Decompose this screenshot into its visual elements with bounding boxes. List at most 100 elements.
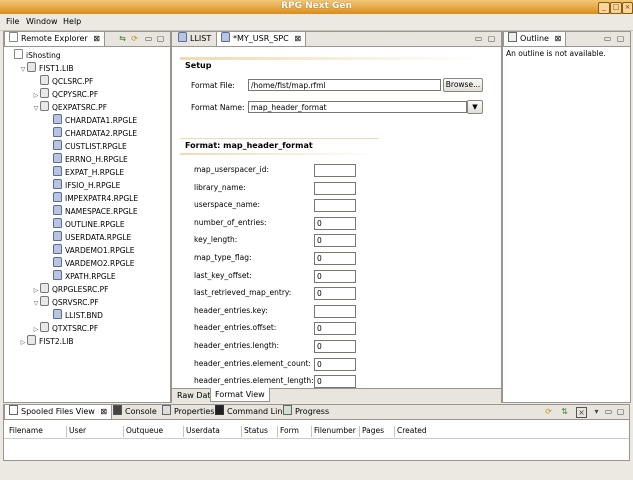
expanded-icon[interactable]: ▽ [32,297,40,310]
minimize-icon[interactable]: _ [598,2,610,14]
browse-button[interactable]: Browse... [443,78,483,92]
format-field-input[interactable]: 0 [314,269,356,283]
menu-bar: File Window Help [0,14,633,31]
format-field-input[interactable] [314,304,356,318]
format-field-input[interactable] [314,199,356,213]
tab-progress[interactable]: Progress [279,405,333,418]
minimize-view-icon[interactable]: ▭ [474,34,483,43]
maximize-view-icon[interactable]: ▢ [156,34,165,43]
menu-window[interactable]: Window [26,17,58,26]
tree-item[interactable]: iShosting [6,49,168,62]
column-separator[interactable] [123,426,124,437]
sort-icon[interactable]: ⇅ [560,407,569,416]
tab-remote-explorer[interactable]: Remote Explorer ⊠ [4,31,105,46]
format-field-input[interactable]: 0 [314,216,356,230]
collapse-all-icon[interactable]: ⇆ [118,34,127,43]
view-menu-icon[interactable]: ▾ [592,407,601,416]
minimize-view-icon[interactable]: ▭ [604,407,613,416]
format-field-label: last_retrieved_map_entry: [194,288,292,298]
menu-file[interactable]: File [6,17,19,26]
tree-item[interactable]: USERDATA.RPGLE [6,231,168,244]
menu-help[interactable]: Help [63,17,81,26]
file-icon [178,32,187,42]
tree-item-label: QTXTSRC.PF [52,324,99,333]
format-field-input[interactable] [314,164,356,177]
format-field-input[interactable] [314,181,356,195]
tree-item[interactable]: ▷ QRPGLESRC.PF [6,283,168,296]
tab-remote-explorer-label: Remote Explorer [21,34,88,43]
column-separator[interactable] [66,426,67,437]
chevron-down-icon[interactable]: ▼ [467,100,483,114]
tab-progress-label: Progress [295,407,330,416]
tree-item[interactable]: ▽ QEXPATSRC.PF [6,101,168,114]
tree-item[interactable]: IFSIO_H.RPGLE [6,179,168,192]
maximize-view-icon[interactable]: ▢ [616,407,625,416]
column-header[interactable]: Filenumber [314,426,356,435]
format-field-input[interactable]: 0 [314,252,356,265]
maximize-view-icon[interactable]: ▢ [487,34,496,43]
tree-item[interactable]: EXPAT_H.RPGLE [6,166,168,179]
minimize-view-icon[interactable]: ▭ [603,34,612,43]
column-separator[interactable] [394,426,395,437]
tree-item[interactable]: IMPEXPATR4.RPGLE [6,192,168,205]
column-header[interactable]: Filename [9,426,43,435]
tree-item[interactable]: CHARDATA1.RPGLE [6,114,168,127]
link-editor-icon[interactable]: ⟳ [130,34,139,43]
format-file-input[interactable]: /home/fist/map.rfml [248,79,441,91]
column-separator[interactable] [183,426,184,437]
format-field-input[interactable]: 0 [314,234,356,248]
column-header[interactable]: User [69,426,86,435]
column-header[interactable]: Outqueue [126,426,163,435]
tree-item[interactable]: NAMESPACE.RPGLE [6,205,168,218]
tab-properties[interactable]: Properties [158,405,218,418]
column-header[interactable]: Userdata [186,426,220,435]
format-field-input[interactable]: 0 [314,357,356,371]
column-separator[interactable] [241,426,242,437]
tab-outline[interactable]: Outline ⊠ [503,31,567,46]
format-name-select[interactable]: map_header_format [248,101,467,113]
tree-item[interactable]: QCLSRC.PF [6,75,168,88]
tree-item[interactable]: XPATH.RPGLE [6,270,168,283]
column-header[interactable]: Pages [362,426,384,435]
tree-item[interactable]: ERRNO_H.RPGLE [6,153,168,166]
tree-item[interactable]: VARDEMO1.RPGLE [6,244,168,257]
refresh-icon[interactable]: ⟳ [544,407,553,416]
column-header[interactable]: Status [244,426,268,435]
minimize-view-icon[interactable]: ▭ [144,34,153,43]
tree-item[interactable]: ▷ QTXTSRC.PF [6,322,168,335]
format-field-input[interactable]: 0 [314,322,356,336]
tree-item[interactable]: ▷ FIST2.LIB [6,335,168,348]
maximize-icon[interactable]: □ [610,2,622,14]
format-field-input[interactable]: 0 [314,340,356,353]
tree-item[interactable]: ▽ FIST1.LIB [6,62,168,75]
column-header[interactable]: Form [280,426,299,435]
format-field-input[interactable]: 0 [314,375,356,389]
format-field-input[interactable]: 0 [314,287,356,301]
collapsed-icon[interactable]: ▷ [19,336,27,349]
tab-format-view[interactable]: Format View [210,388,270,402]
tab-my-usr-spc[interactable]: *MY_USR_SPC ⊠ [216,31,307,46]
remove-icon[interactable]: × [576,407,587,418]
tab-close-icon[interactable]: ⊠ [100,407,107,416]
tab-llist[interactable]: LLIST [174,32,215,45]
column-separator[interactable] [277,426,278,437]
tab-spooled-files-view[interactable]: Spooled Files View ⊠ [4,404,113,419]
tab-console[interactable]: Console [109,405,161,418]
column-header[interactable]: Created [397,426,427,435]
expanded-icon[interactable]: ▽ [19,63,27,76]
tree-item[interactable]: OUTLINE.RPGLE [6,218,168,231]
tree-item[interactable]: CUSTLIST.RPGLE [6,140,168,153]
tree-item[interactable]: VARDEMO2.RPGLE [6,257,168,270]
maximize-view-icon[interactable]: ▢ [616,34,625,43]
tree-item[interactable]: LLIST.BND [6,309,168,322]
column-separator[interactable] [359,426,360,437]
tree-item[interactable]: ▽ QSRVSRC.PF [6,296,168,309]
expanded-icon[interactable]: ▽ [32,102,40,115]
tab-close-icon[interactable]: ⊠ [93,34,100,43]
tree-item[interactable]: ▷ QCPYSRC.PF [6,88,168,101]
tab-close-icon[interactable]: ⊠ [555,34,562,43]
column-separator[interactable] [311,426,312,437]
close-icon[interactable]: × [622,2,633,14]
tree-item[interactable]: CHARDATA2.RPGLE [6,127,168,140]
tab-close-icon[interactable]: ⊠ [294,34,301,43]
